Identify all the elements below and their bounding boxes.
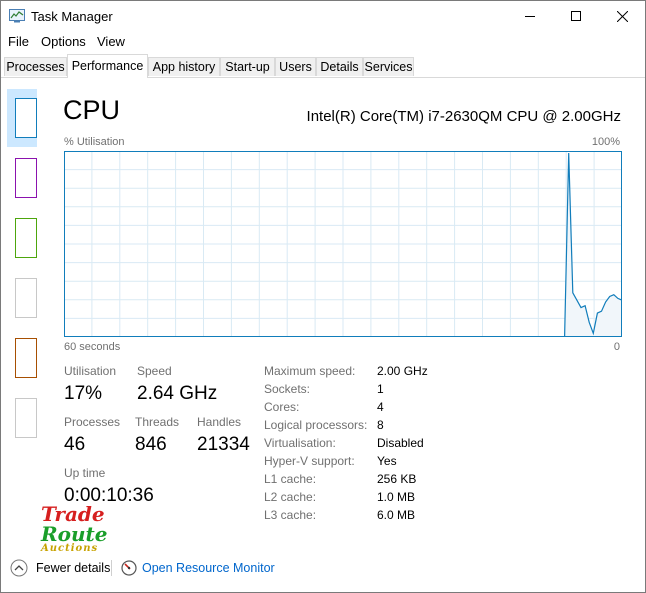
- menu-file[interactable]: File: [8, 34, 29, 49]
- processes-value: 46: [64, 434, 86, 455]
- hyper-v-label: Hyper-V support:: [264, 454, 355, 468]
- cpu-model-name: Intel(R) Core(TM) i7-2630QM CPU @ 2.00GH…: [306, 108, 621, 125]
- tab-strip: Processes Performance App history Start-…: [1, 53, 645, 78]
- tab-start-up[interactable]: Start-up: [220, 57, 275, 76]
- time-span-label: 60 seconds: [64, 341, 121, 353]
- watermark-line-2: Route: [41, 522, 108, 546]
- sidebar-item-cpu[interactable]: [15, 98, 37, 138]
- maximize-icon: [571, 11, 581, 21]
- processes-label: Processes: [64, 415, 121, 429]
- logical-processors-value: 8: [377, 418, 384, 432]
- uptime-label: Up time: [64, 466, 106, 480]
- tab-users[interactable]: Users: [275, 57, 316, 76]
- sidebar-item-disk[interactable]: [15, 218, 37, 258]
- task-manager-app-icon: [9, 9, 25, 23]
- utilisation-label: Utilisation: [64, 364, 117, 378]
- l1-cache-value: 256 KB: [377, 472, 417, 486]
- tab-app-history[interactable]: App history: [148, 57, 220, 76]
- cores-label: Cores:: [264, 400, 300, 414]
- window-title: Task Manager: [31, 9, 113, 24]
- sidebar-item-memory[interactable]: [15, 158, 37, 198]
- tab-processes[interactable]: Processes: [4, 57, 67, 76]
- handles-value: 21334: [197, 434, 250, 455]
- graph-area: [564, 153, 622, 337]
- handles-label: Handles: [197, 415, 242, 429]
- minimize-icon: [525, 16, 535, 17]
- hyper-v-value: Yes: [377, 454, 397, 468]
- close-button[interactable]: [599, 1, 645, 31]
- fewer-details-chevron-icon[interactable]: [10, 559, 28, 577]
- watermark-line-1: Trade: [41, 502, 105, 526]
- speed-label: Speed: [137, 364, 172, 378]
- cpu-heading: CPU: [63, 95, 121, 125]
- menu-bar: File Options View: [1, 31, 645, 53]
- resource-monitor-icon[interactable]: [121, 560, 137, 576]
- axis-max-label: 100%: [591, 136, 620, 148]
- utilisation-value: 17%: [64, 383, 103, 404]
- minimize-button[interactable]: [507, 1, 553, 31]
- virtualisation-label: Virtualisation:: [264, 436, 336, 450]
- sidebar-item-disk-2[interactable]: [15, 278, 37, 318]
- sidebar-item-ethernet[interactable]: [15, 338, 37, 378]
- axis-zero-label: 0: [613, 341, 620, 353]
- max-speed-label: Maximum speed:: [264, 364, 356, 378]
- l1-cache-label: L1 cache:: [264, 472, 317, 486]
- sockets-label: Sockets:: [264, 382, 311, 396]
- close-icon: [616, 10, 628, 22]
- graph-grid: [64, 151, 622, 337]
- fewer-details-link[interactable]: Fewer details: [36, 561, 110, 575]
- menu-options[interactable]: Options: [41, 34, 86, 49]
- sockets-value: 1: [377, 382, 384, 396]
- speed-value: 2.64 GHz: [137, 383, 218, 404]
- trade-route-watermark: Trade Route Auctions: [41, 504, 107, 554]
- maximize-button[interactable]: [553, 1, 599, 31]
- virtualisation-value: Disabled: [377, 436, 424, 450]
- utilisation-axis-label: % Utilisation: [64, 136, 125, 148]
- l3-cache-label: L3 cache:: [264, 508, 317, 522]
- max-speed-value: 2.00 GHz: [377, 364, 428, 378]
- threads-label: Threads: [135, 415, 180, 429]
- menu-view[interactable]: View: [97, 34, 125, 49]
- sidebar-item-wifi[interactable]: [15, 398, 37, 438]
- tab-details[interactable]: Details: [316, 57, 363, 76]
- logical-processors-label: Logical processors:: [264, 418, 368, 432]
- task-manager-window: Task Manager File Options View Processes…: [0, 0, 646, 593]
- threads-value: 846: [135, 434, 167, 455]
- tab-services[interactable]: Services: [363, 57, 414, 76]
- l2-cache-value: 1.0 MB: [377, 490, 416, 504]
- cpu-utilisation-graph: [64, 151, 622, 337]
- open-resource-monitor-link[interactable]: Open Resource Monitor: [142, 561, 275, 575]
- title-bar[interactable]: Task Manager: [1, 1, 645, 31]
- footer-divider: [111, 560, 112, 576]
- cores-value: 4: [377, 400, 384, 414]
- watermark-line-3: Auctions: [41, 543, 99, 554]
- l2-cache-label: L2 cache:: [264, 490, 317, 504]
- tab-performance[interactable]: Performance: [67, 54, 148, 78]
- l3-cache-value: 6.0 MB: [377, 508, 416, 522]
